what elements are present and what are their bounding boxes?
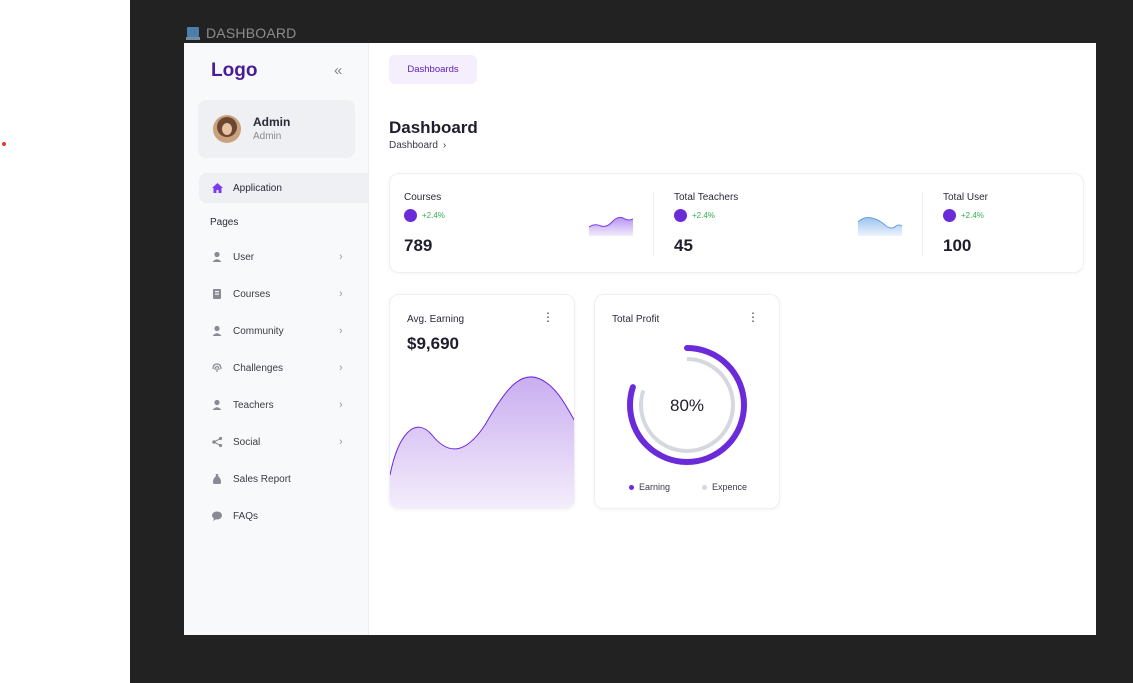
stat-label: Total Teachers [674,192,739,203]
card-value: $9,690 [407,334,459,353]
stat-change: +2.4% [961,211,984,220]
stat-value: 789 [404,236,433,255]
section-label-pages: Pages [210,217,239,228]
user-icon [210,250,224,264]
avg-earning-card: Avg. Earning ⋮ $9,690 [389,294,575,509]
card-title: Avg. Earning [407,314,465,325]
chevron-right-icon: › [339,251,343,263]
chevron-right-icon: › [339,436,343,448]
collapse-sidebar-button[interactable]: « [334,62,342,79]
legend-label: Expence [712,482,748,492]
more-options-button[interactable]: ⋮ [747,311,759,323]
chevron-right-icon: › [442,140,447,151]
sidebar-item-label: Challenges [233,362,284,374]
sidebar-item-label: Courses [233,288,271,300]
sidebar-item-application[interactable]: Application [199,173,369,203]
stat-total-teachers: Total Teachers +2.4% 45 [674,174,914,274]
legend-earning: Earning [629,482,670,492]
chevron-right-icon: › [339,325,343,337]
profile-name: Admin [253,115,291,129]
sidebar-item-label: Teachers [233,399,274,411]
breadcrumb-item[interactable]: Dashboard [389,140,438,151]
chevrons-left-icon: « [334,62,343,79]
sidebar: Logo « Admin Admin Application Pages Use… [184,43,369,635]
earning-area-chart [390,376,574,508]
dashboard-window: Logo « Admin Admin Application Pages Use… [184,43,1096,635]
frame-title: DASHBOARD [186,24,296,42]
sidebar-item-label: User [233,251,255,263]
sidebar-item-label: Social [233,436,261,448]
profile-card[interactable]: Admin Admin [198,100,355,158]
stat-badge-dot [943,209,956,222]
more-vertical-icon: ⋮ [747,310,759,324]
stats-card: Courses +2.4% 789 Total Teachers +2.4% 4… [389,173,1084,273]
total-profit-card: Total Profit ⋮ 80% Earning Expence [594,294,780,509]
teachers-sparkline [858,217,902,236]
main-content: Dashboards Dashboard Dashboard › Courses… [370,43,1096,635]
book-icon [210,287,224,301]
divider [922,192,923,256]
courses-sparkline [589,216,633,236]
sidebar-item-faqs[interactable]: FAQs [199,503,349,529]
stat-change: +2.4% [692,211,715,220]
profile-role: Admin [253,131,282,142]
profit-donut-chart: 80% [627,345,747,465]
page-title: Dashboard [389,118,478,137]
stat-change: +2.4% [422,211,445,220]
stat-value: 45 [674,236,693,255]
chevron-right-icon: › [339,288,343,300]
card-title: Total Profit [612,314,660,325]
legend-expence: Expence [702,482,747,492]
chevron-right-icon: › [339,399,343,411]
chevron-right-icon: › [339,362,343,374]
sidebar-item-label: Application [233,182,282,194]
stat-badge-dot [404,209,417,222]
sidebar-item-challenges[interactable]: Challenges › [199,355,349,381]
stat-total-user: Total User +2.4% 100 [943,174,1073,274]
frame-title-text: DASHBOARD [206,25,297,41]
user-icon [210,324,224,338]
sidebar-item-courses[interactable]: Courses › [199,281,349,307]
stat-label: Total User [943,192,989,203]
money-bag-icon [210,472,224,486]
home-icon [210,181,224,195]
tab-dashboards[interactable]: Dashboards [389,55,477,84]
sidebar-item-community[interactable]: Community › [199,318,349,344]
sidebar-item-label: Sales Report [233,473,291,485]
legend-dot [702,484,707,490]
stat-courses: Courses +2.4% 789 [404,174,644,274]
breadcrumb: Dashboard › [389,140,446,151]
user-icon [210,398,224,412]
stat-badge-dot [674,209,687,222]
legend-dot [629,484,634,490]
red-dot [2,142,6,146]
divider [653,192,654,256]
sidebar-item-sales-report[interactable]: Sales Report [199,466,349,492]
chat-icon [210,509,224,523]
sidebar-item-label: FAQs [233,510,259,522]
sidebar-item-user[interactable]: User › [199,244,349,270]
avatar [213,115,241,143]
logo[interactable]: Logo [211,60,257,82]
sidebar-item-teachers[interactable]: Teachers › [199,392,349,418]
more-options-button[interactable]: ⋮ [542,311,554,323]
legend-label: Earning [639,482,671,492]
share-icon [210,435,224,449]
fingerprint-icon [210,361,224,375]
stat-value: 100 [943,236,972,255]
stat-label: Courses [404,192,442,203]
more-vertical-icon: ⋮ [542,310,554,324]
sidebar-item-label: Community [233,325,284,337]
monitor-icon [186,26,200,40]
sidebar-item-social[interactable]: Social › [199,429,349,455]
donut-center-label: 80% [670,396,704,415]
